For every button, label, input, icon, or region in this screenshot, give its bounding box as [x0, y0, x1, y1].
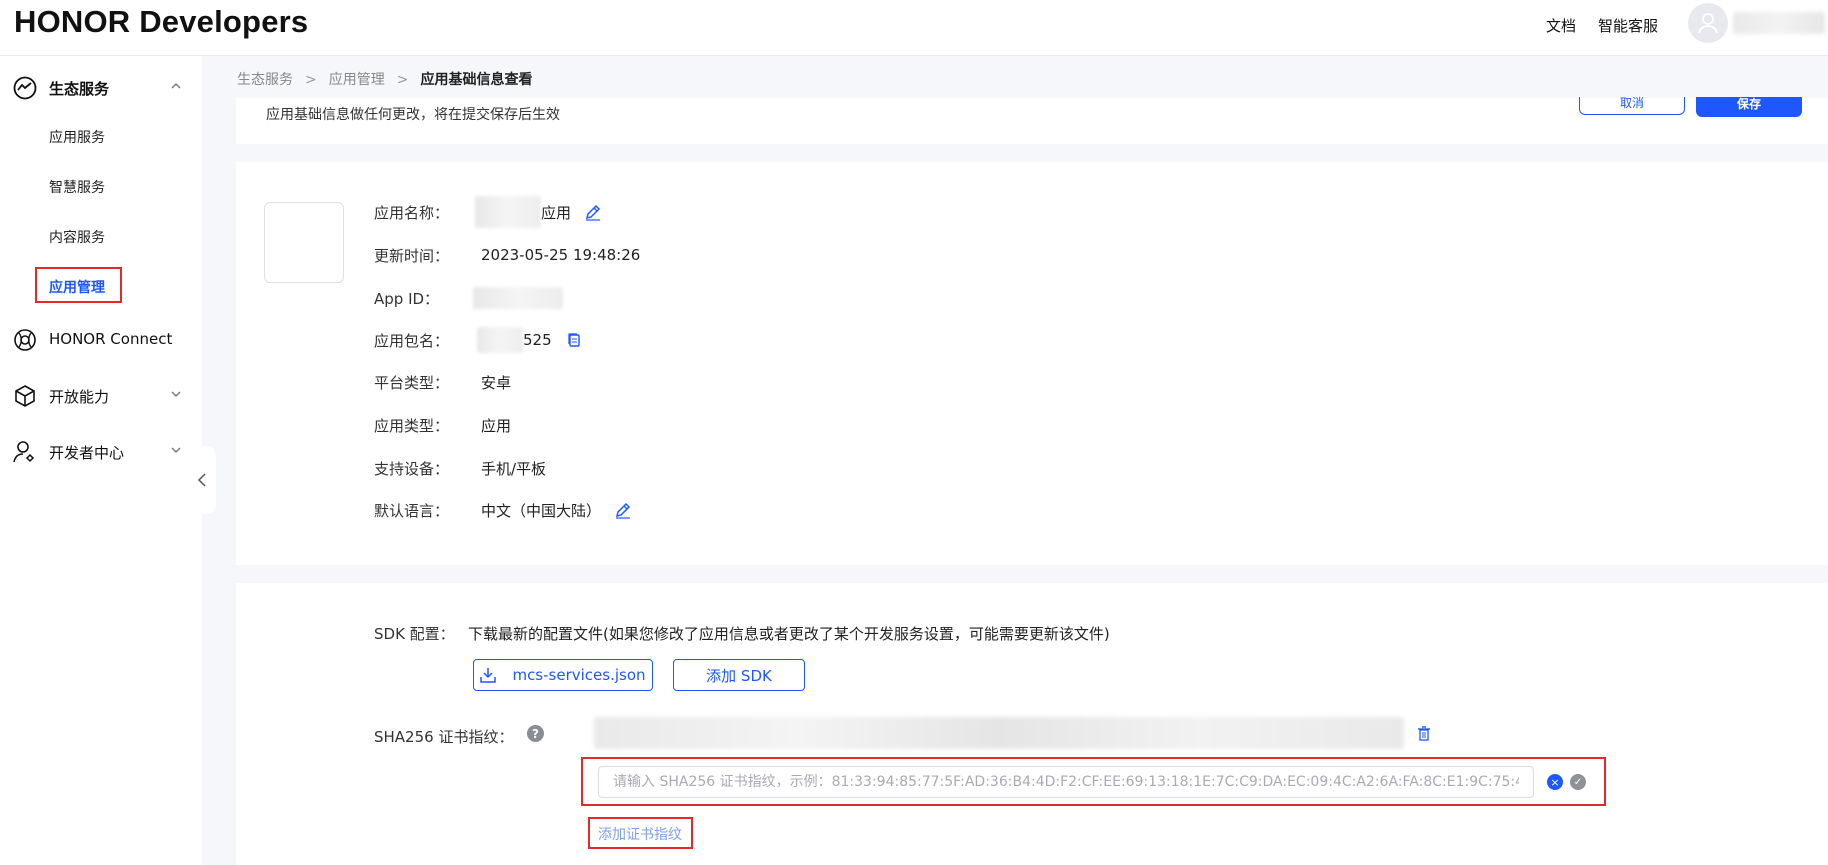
- copy-icon[interactable]: [566, 332, 582, 348]
- cube-icon: [15, 385, 35, 407]
- chevron-left-icon: [197, 473, 206, 487]
- info-label: 应用类型：: [374, 416, 450, 435]
- info-value: 应用: [481, 416, 512, 435]
- sidebar-item-smart-services[interactable]: 智慧服务: [49, 177, 105, 197]
- info-label: 应用包名：: [374, 331, 450, 350]
- blurred-value: [477, 327, 523, 353]
- breadcrumb-separator: >: [305, 72, 317, 88]
- breadcrumb-item[interactable]: 生态服务: [237, 69, 293, 89]
- avatar[interactable]: [1688, 3, 1728, 43]
- info-row-platform-type: 平台类型： 安卓: [374, 370, 511, 394]
- info-label: 更新时间：: [374, 246, 450, 265]
- info-value: 安卓: [481, 373, 512, 392]
- breadcrumb-item[interactable]: 应用管理: [329, 69, 385, 89]
- notice-card: 应用基础信息做任何更改，将在提交保存后生效 取消 保存: [236, 97, 1828, 144]
- info-value: 525: [523, 331, 552, 349]
- sdk-label: SDK 配置：: [374, 625, 455, 643]
- sidebar-item-app-services[interactable]: 应用服务: [49, 127, 105, 147]
- top-bar: HONOR Developers 文档 智能客服: [0, 0, 1828, 56]
- sidebar-group-label: HONOR Connect: [49, 330, 173, 348]
- username-blurred: [1733, 12, 1825, 34]
- breadcrumb-separator: >: [396, 72, 409, 88]
- sidebar-group-label: 开放能力: [49, 388, 110, 406]
- help-icon[interactable]: ?: [527, 725, 544, 742]
- chevron-up-icon[interactable]: [170, 80, 182, 92]
- add-sdk-button[interactable]: 添加 SDK: [673, 659, 805, 691]
- info-label: 应用名称：: [374, 203, 450, 222]
- sidebar-group-label: 开发者中心: [49, 444, 125, 462]
- logo[interactable]: HONOR Developers: [14, 4, 308, 40]
- info-value: 应用: [541, 203, 572, 222]
- edit-icon[interactable]: [583, 202, 603, 222]
- info-row-default-language: 默认语言： 中文（中国大陆）: [374, 498, 633, 522]
- sidebar-group-developer-center[interactable]: 开发者中心: [0, 431, 202, 471]
- info-value: 中文（中国大陆）: [481, 501, 602, 520]
- edit-icon[interactable]: [613, 500, 633, 520]
- sha256-label: SHA256 证书指纹：: [374, 728, 514, 746]
- collapse-sidebar-button[interactable]: [188, 446, 216, 514]
- sidebar-group-open-capabilities[interactable]: 开放能力: [0, 375, 202, 415]
- chevron-down-icon[interactable]: [170, 388, 182, 400]
- smart-support-link[interactable]: 智能客服: [1598, 15, 1658, 36]
- highlight-box-app-management: [35, 267, 122, 303]
- info-value: 2023-05-25 19:48:26: [481, 246, 641, 264]
- info-label: 默认语言：: [374, 501, 450, 520]
- sidebar-group-ecosystem[interactable]: 生态服务: [0, 67, 202, 107]
- info-row-supported-devices: 支持设备： 手机/平板: [374, 456, 546, 480]
- breadcrumb-current: 应用基础信息查看: [420, 72, 533, 88]
- sidebar-item-content-services[interactable]: 内容服务: [49, 227, 105, 247]
- sdk-description: 下载最新的配置文件(如果您修改了应用信息或者更改了某个开发服务设置，可能需要更新…: [468, 625, 1110, 643]
- delete-icon[interactable]: [1416, 725, 1432, 741]
- app-info-card: 应用名称： 应用 更新时间： 2023-05-25 19:48:26 App I…: [236, 162, 1828, 565]
- docs-link[interactable]: 文档: [1546, 15, 1576, 36]
- sdk-config-card: SDK 配置： 下载最新的配置文件(如果您修改了应用信息或者更改了某个开发服务设…: [236, 583, 1828, 865]
- info-value: 手机/平板: [481, 459, 547, 478]
- sidebar-group-label: 生态服务: [49, 80, 110, 98]
- sha256-value-blurred: [594, 717, 1404, 749]
- sidebar-group-honor-connect[interactable]: HONOR Connect: [0, 319, 202, 359]
- app-icon-placeholder: [264, 202, 344, 283]
- highlight-box-add-fingerprint: [588, 817, 693, 849]
- developer-icon: [13, 441, 35, 463]
- connect-icon: [14, 329, 36, 351]
- blurred-value: [475, 196, 541, 228]
- download-config-label: mcs-services.json: [512, 666, 646, 684]
- info-row-update-time: 更新时间： 2023-05-25 19:48:26: [374, 243, 640, 267]
- chevron-down-icon[interactable]: [170, 444, 182, 456]
- sidebar: 生态服务 应用服务 智慧服务 内容服务 应用管理 HONOR Connect 开…: [0, 56, 202, 865]
- notice-text: 应用基础信息做任何更改，将在提交保存后生效: [266, 107, 560, 123]
- info-row-app-type: 应用类型： 应用: [374, 413, 511, 437]
- info-row-app-id: App ID：: [374, 286, 563, 310]
- chart-icon: [13, 76, 37, 100]
- blurred-value: [473, 287, 563, 309]
- user-icon: [1698, 13, 1718, 34]
- download-config-button[interactable]: mcs-services.json: [473, 659, 653, 691]
- info-label: 平台类型：: [374, 373, 450, 392]
- info-row-app-name: 应用名称： 应用: [374, 196, 603, 228]
- info-label: App ID：: [374, 289, 440, 308]
- info-row-package-name: 应用包名： 525: [374, 327, 582, 353]
- info-label: 支持设备：: [374, 459, 450, 478]
- cancel-button[interactable]: 取消: [1579, 97, 1685, 115]
- highlight-box-sha256-input: [581, 757, 1606, 806]
- save-button[interactable]: 保存: [1696, 97, 1802, 117]
- breadcrumb: 生态服务 > 应用管理 > 应用基础信息查看: [237, 69, 532, 89]
- download-icon: [480, 668, 497, 683]
